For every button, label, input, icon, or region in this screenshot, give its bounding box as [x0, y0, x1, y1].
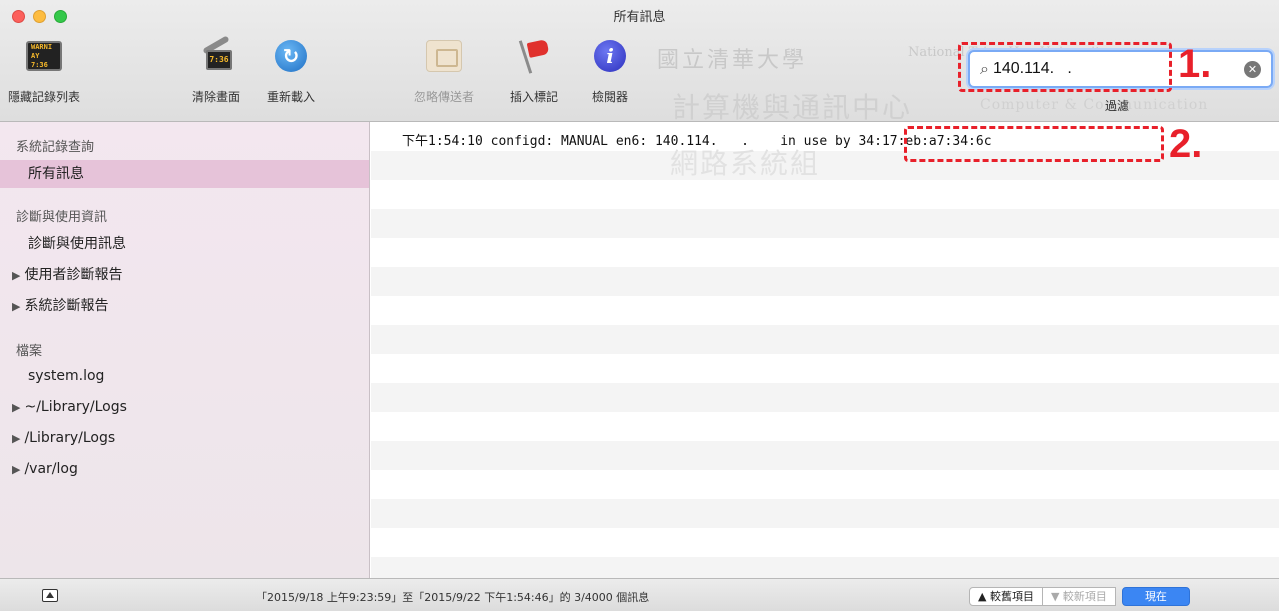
annotation-box-2 [904, 126, 1164, 162]
sidebar-item-label: 使用者診斷報告 [24, 267, 123, 283]
watermark-school-cn: 國立清華大學 [657, 48, 808, 73]
older-items-button[interactable]: ▲ 較舊項目 [969, 587, 1043, 606]
reload-icon: ↻ [275, 40, 307, 72]
insert-marker-button[interactable]: 插入標記 [510, 36, 558, 105]
sidebar-item-library-logs[interactable]: ▶ /Library/Logs [0, 424, 369, 452]
sidebar-item-label: 系統診斷報告 [24, 298, 109, 314]
reload-button[interactable]: ↻ 重新載入 [267, 36, 315, 105]
watermark-center-en: Computer & Communication [980, 97, 1209, 113]
sidebar-header-diagnostics: 診斷與使用資訊 [16, 210, 108, 225]
annotation-box-1 [958, 42, 1172, 92]
console-icon-line-2: AY 7:36 [31, 51, 48, 69]
clear-icon-screen: 7:36 [206, 50, 232, 70]
clear-search-icon[interactable]: ✕ [1244, 61, 1261, 78]
disclosure-triangle-icon[interactable]: ▶ [12, 432, 20, 445]
window-title: 所有訊息 [613, 10, 666, 25]
ignore-sender-label: 忽略傳送者 [414, 90, 475, 104]
sidebar-item-label: /var/log [24, 461, 78, 477]
log-row-empty [371, 209, 1279, 238]
console-icon: WARNI AY 7:36 [26, 41, 62, 71]
sidebar-header-log-queries: 系統記錄查詢 [16, 140, 95, 155]
log-row-empty [371, 528, 1279, 557]
log-row-empty [371, 267, 1279, 296]
clear-display-label: 清除畫面 [192, 90, 241, 104]
status-bar: 「2015/9/18 上午9:23:59」至「2015/9/22 下午1:54:… [0, 578, 1279, 611]
hide-log-list-label: 隱藏記錄列表 [8, 90, 81, 104]
sidebar-item-diagnostic-messages[interactable]: 診斷與使用訊息 [0, 230, 369, 258]
inspector-label: 檢閱器 [591, 90, 628, 104]
disclosure-triangle-icon[interactable]: ▶ [12, 463, 20, 476]
console-window: 所有訊息 WARNI AY 7:36 隱藏記錄列表 7:36 清除畫面 ↻ 重新… [0, 0, 1279, 611]
sidebar-item-var-log[interactable]: ▶ /var/log [0, 455, 369, 483]
log-row-empty [371, 238, 1279, 267]
log-row-empty [371, 354, 1279, 383]
disclosure-triangle-icon[interactable]: ▶ [12, 300, 20, 313]
sidebar-item-label: 所有訊息 [28, 166, 84, 182]
reload-label: 重新載入 [267, 90, 316, 104]
sidebar-item-label: 診斷與使用訊息 [28, 236, 126, 252]
sidebar-header-files: 檔案 [16, 344, 43, 359]
now-button[interactable]: 現在 [1121, 587, 1190, 606]
filter-label: 過濾 [1105, 99, 1130, 113]
watermark-center-cn: 計算機與通訊中心 [672, 91, 913, 124]
log-row-empty [371, 499, 1279, 528]
disclosure-triangle-icon[interactable]: ▶ [12, 269, 20, 282]
sidebar-item-system-diagnostic-reports[interactable]: ▶ 系統診斷報告 [0, 292, 369, 320]
sidebar-item-label: /Library/Logs [24, 430, 116, 446]
hide-log-list-button[interactable]: WARNI AY 7:36 隱藏記錄列表 [8, 36, 80, 105]
log-row-empty [371, 325, 1279, 354]
log-row-empty [371, 383, 1279, 412]
message-range-text: 「2015/9/18 上午9:23:59」至「2015/9/22 下午1:54:… [256, 591, 650, 604]
annotation-number-1: 1. [1178, 42, 1212, 86]
sidebar-item-user-diagnostic-reports[interactable]: ▶ 使用者診斷報告 [0, 261, 369, 289]
toggle-sidebar-icon[interactable] [42, 589, 58, 602]
flag-cloth [526, 39, 550, 58]
sidebar-item-system-log[interactable]: system.log [0, 362, 369, 390]
annotation-number-2: 2. [1169, 122, 1203, 166]
newer-items-button[interactable]: ▼ 較新項目 [1042, 587, 1116, 606]
log-row-empty [371, 557, 1279, 578]
inspector-button[interactable]: i 檢閱器 [590, 36, 630, 105]
info-icon: i [594, 40, 626, 72]
log-row-empty [371, 412, 1279, 441]
sidebar-item-label: system.log [28, 368, 105, 384]
ignore-sender-icon [426, 40, 462, 72]
sidebar-item-user-library-logs[interactable]: ▶ ~/Library/Logs [0, 393, 369, 421]
toolbar: 所有訊息 WARNI AY 7:36 隱藏記錄列表 7:36 清除畫面 ↻ 重新… [0, 0, 1279, 124]
insert-marker-label: 插入標記 [510, 90, 559, 104]
navigation-buttons: ▲ 較舊項目 ▼ 較新項目 現在 [969, 587, 1190, 606]
clear-display-icon: 7:36 [198, 35, 234, 72]
log-row-empty [371, 180, 1279, 209]
sidebar-item-all-messages[interactable]: 所有訊息 [0, 160, 369, 188]
console-icon-line-1: WARNI [31, 42, 53, 51]
log-row-empty [371, 441, 1279, 470]
watermark-group-cn: 網路系統組 [670, 147, 821, 180]
disclosure-triangle-icon[interactable]: ▶ [12, 401, 20, 414]
clear-display-button[interactable]: 7:36 清除畫面 [192, 35, 241, 105]
log-row-empty [371, 296, 1279, 325]
sidebar-item-label: ~/Library/Logs [24, 399, 127, 415]
ignore-sender-button[interactable]: 忽略傳送者 [414, 36, 474, 105]
sidebar: 系統記錄查詢 所有訊息 診斷與使用資訊 診斷與使用訊息 ▶ 使用者診斷報告 ▶ 系統… [0, 122, 370, 578]
flag-icon [516, 38, 552, 74]
log-list[interactable]: 下午1:54:10 configd: MANUAL en6: 140.114. … [371, 122, 1279, 578]
log-row-empty [371, 470, 1279, 499]
